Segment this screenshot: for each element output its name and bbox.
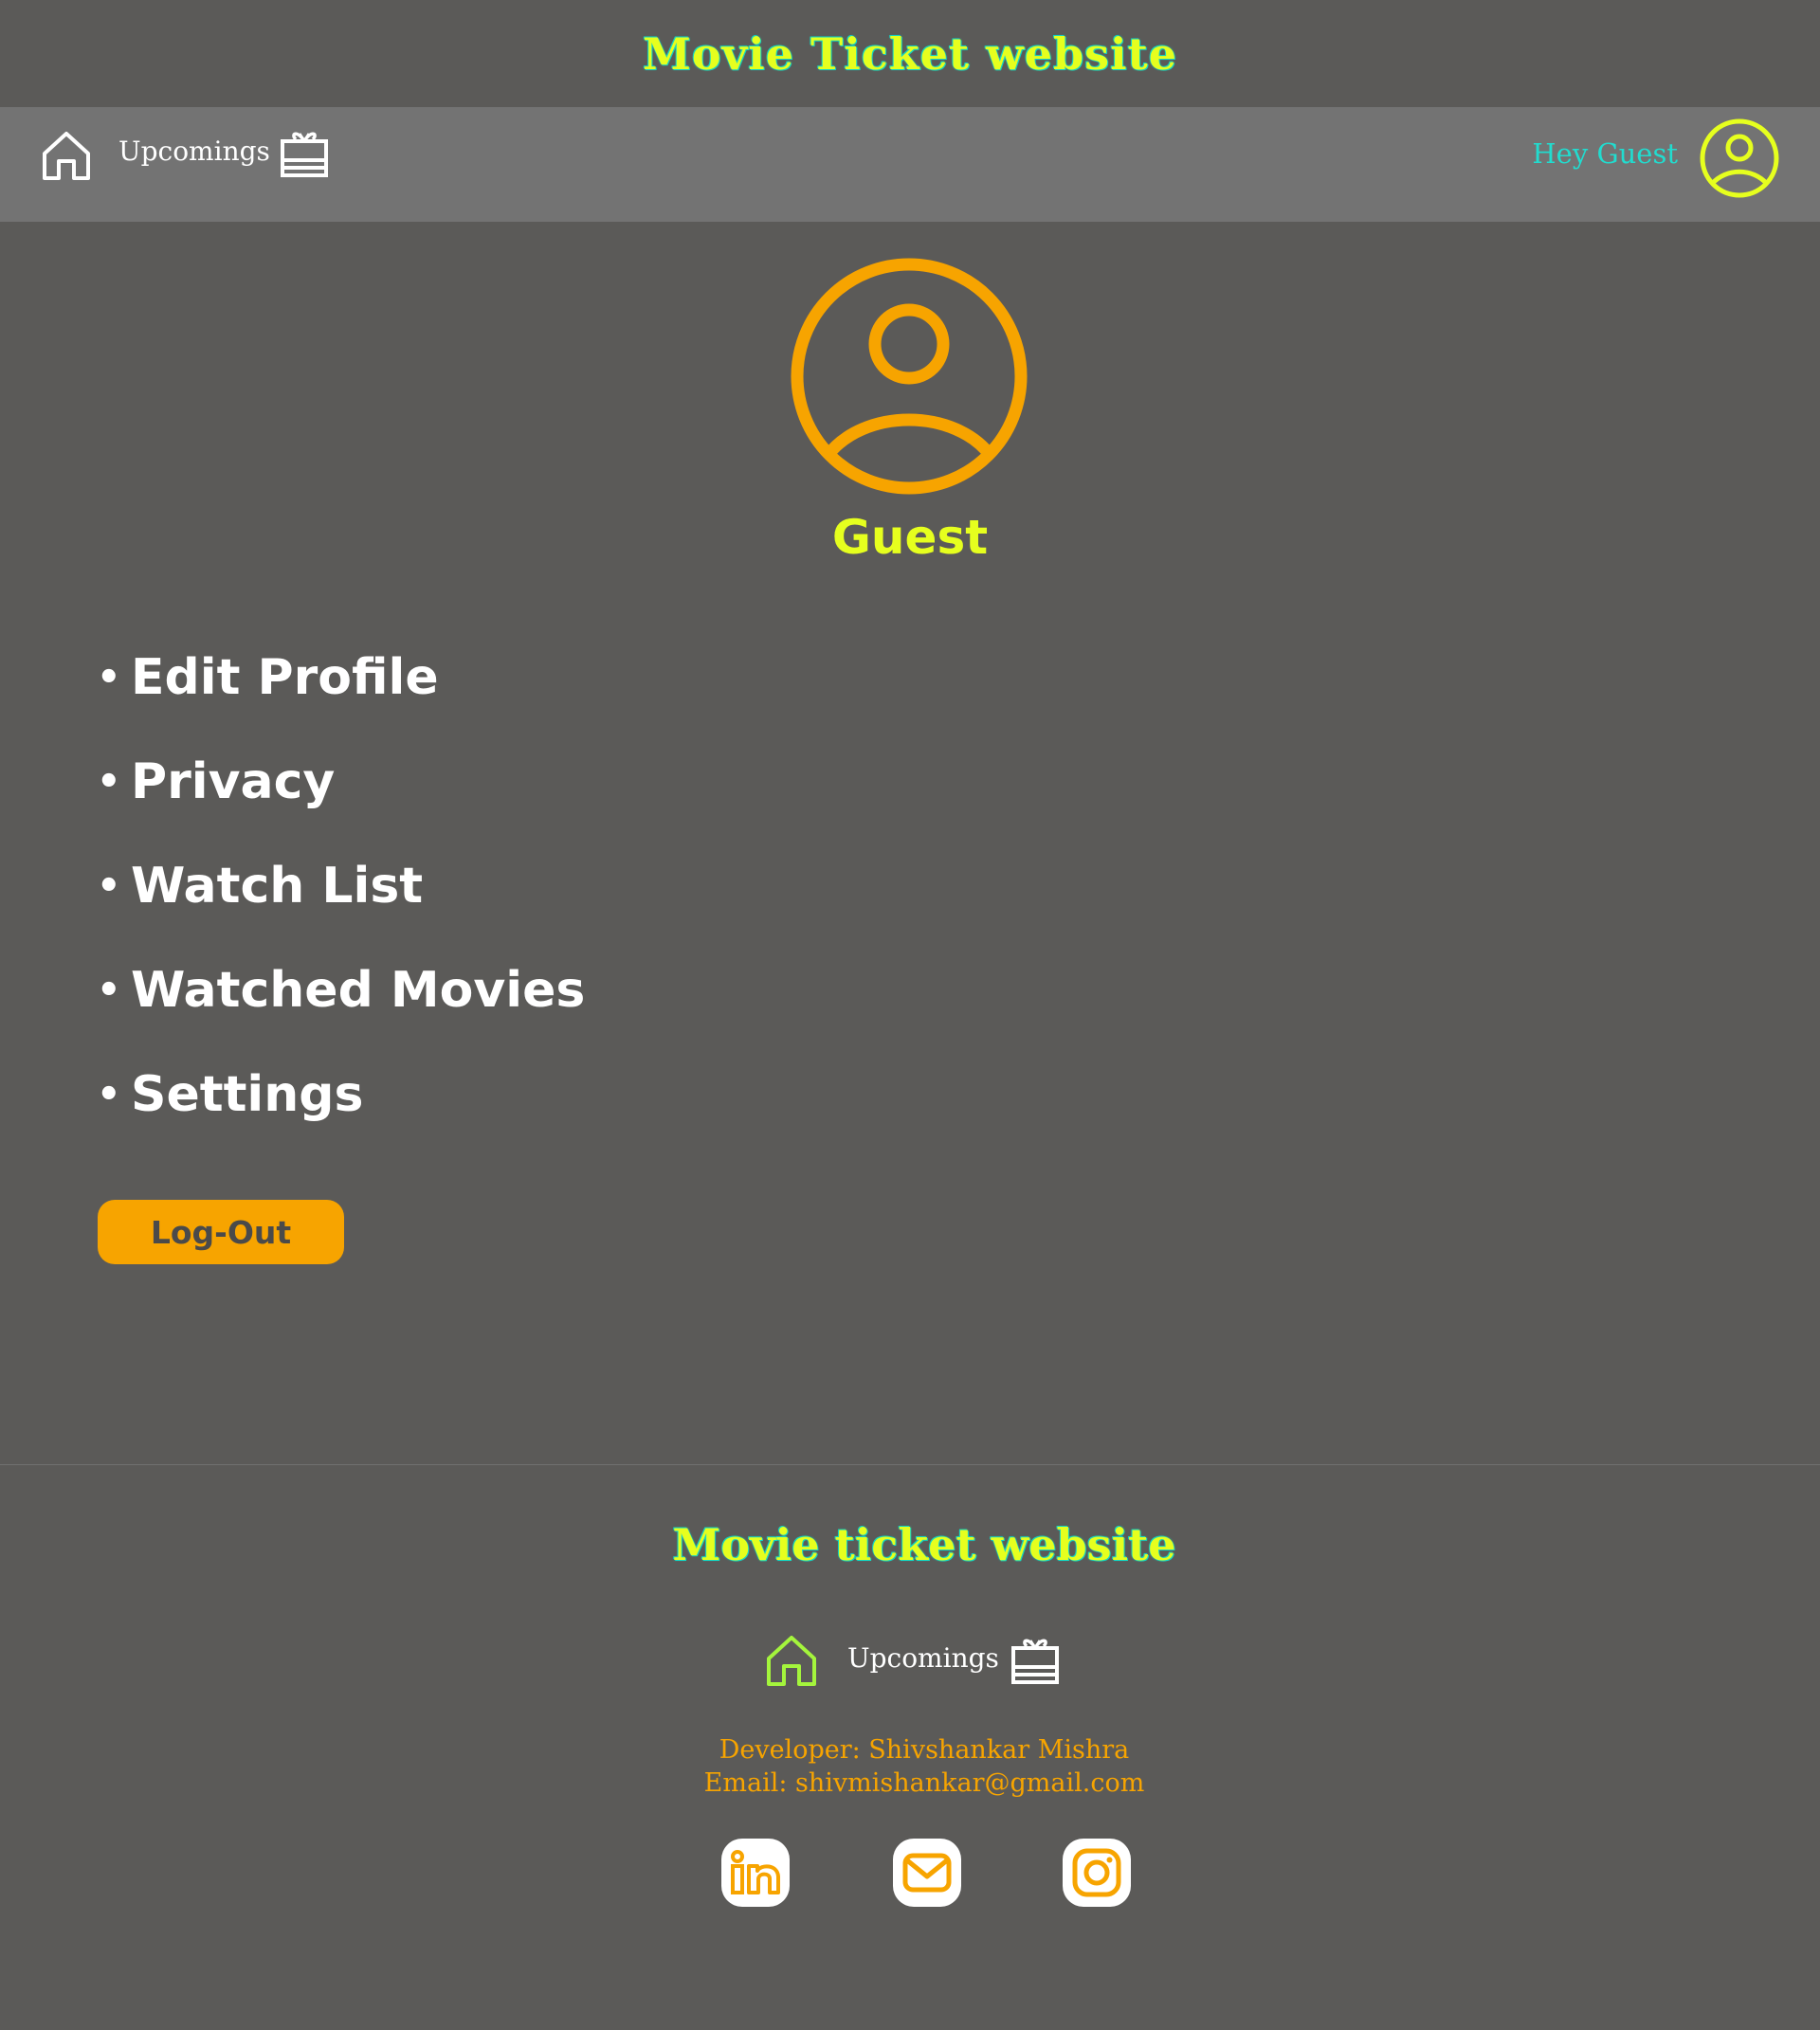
home-icon[interactable] <box>763 1633 820 1690</box>
profile-avatar-icon <box>791 258 1028 495</box>
bullet-icon: • <box>97 969 121 1012</box>
ticket-icon[interactable] <box>1008 1633 1063 1688</box>
menu-item-watch-list[interactable]: • Watch List <box>97 834 585 938</box>
greeting-text: Hey Guest <box>1532 137 1678 170</box>
linkedin-icon[interactable] <box>719 1837 792 1909</box>
profile-name: Guest <box>831 510 989 565</box>
menu-item-label: Watch List <box>131 858 424 915</box>
navbar: Upcomings Hey Guest <box>0 107 1820 222</box>
bullet-icon: • <box>97 864 121 908</box>
menu-item-privacy[interactable]: • Privacy <box>97 730 585 834</box>
home-icon[interactable] <box>39 129 94 184</box>
developer-email: Email: shivmishankar@gmail.com <box>703 1768 1145 1798</box>
bullet-icon: • <box>97 1073 121 1116</box>
footer-upcomings-link[interactable]: Upcomings <box>847 1642 999 1674</box>
mail-icon[interactable] <box>891 1837 963 1909</box>
menu-item-label: Watched Movies <box>131 962 586 1019</box>
menu-item-label: Settings <box>131 1066 364 1123</box>
bullet-icon: • <box>97 760 121 804</box>
page: Movie Ticket website Upcomings Hey Guest… <box>0 0 1820 2030</box>
nav-upcomings-link[interactable]: Upcomings <box>118 136 270 167</box>
user-avatar-icon[interactable] <box>1698 117 1781 200</box>
developer-info: Developer: Shivshankar Mishra Email: shi… <box>0 1733 1820 1800</box>
logout-button[interactable]: Log-Out <box>98 1200 344 1264</box>
developer-name: Developer: Shivshankar Mishra <box>719 1735 1130 1765</box>
menu-item-label: Privacy <box>131 753 336 810</box>
menu-item-watched-movies[interactable]: • Watched Movies <box>97 938 585 1042</box>
profile-menu: • Edit Profile • Privacy • Watch List • … <box>97 625 585 1147</box>
site-title: Movie Ticket website <box>642 27 1178 80</box>
site-header: Movie Ticket website <box>0 0 1820 107</box>
bullet-icon: • <box>97 656 121 699</box>
menu-item-edit-profile[interactable]: • Edit Profile <box>97 625 585 730</box>
instagram-icon[interactable] <box>1061 1837 1133 1909</box>
menu-item-settings[interactable]: • Settings <box>97 1042 585 1147</box>
footer-divider <box>0 1464 1820 1465</box>
ticket-icon[interactable] <box>277 126 332 181</box>
footer-title: Movie ticket website <box>672 1519 1176 1570</box>
menu-item-label: Edit Profile <box>131 649 439 706</box>
